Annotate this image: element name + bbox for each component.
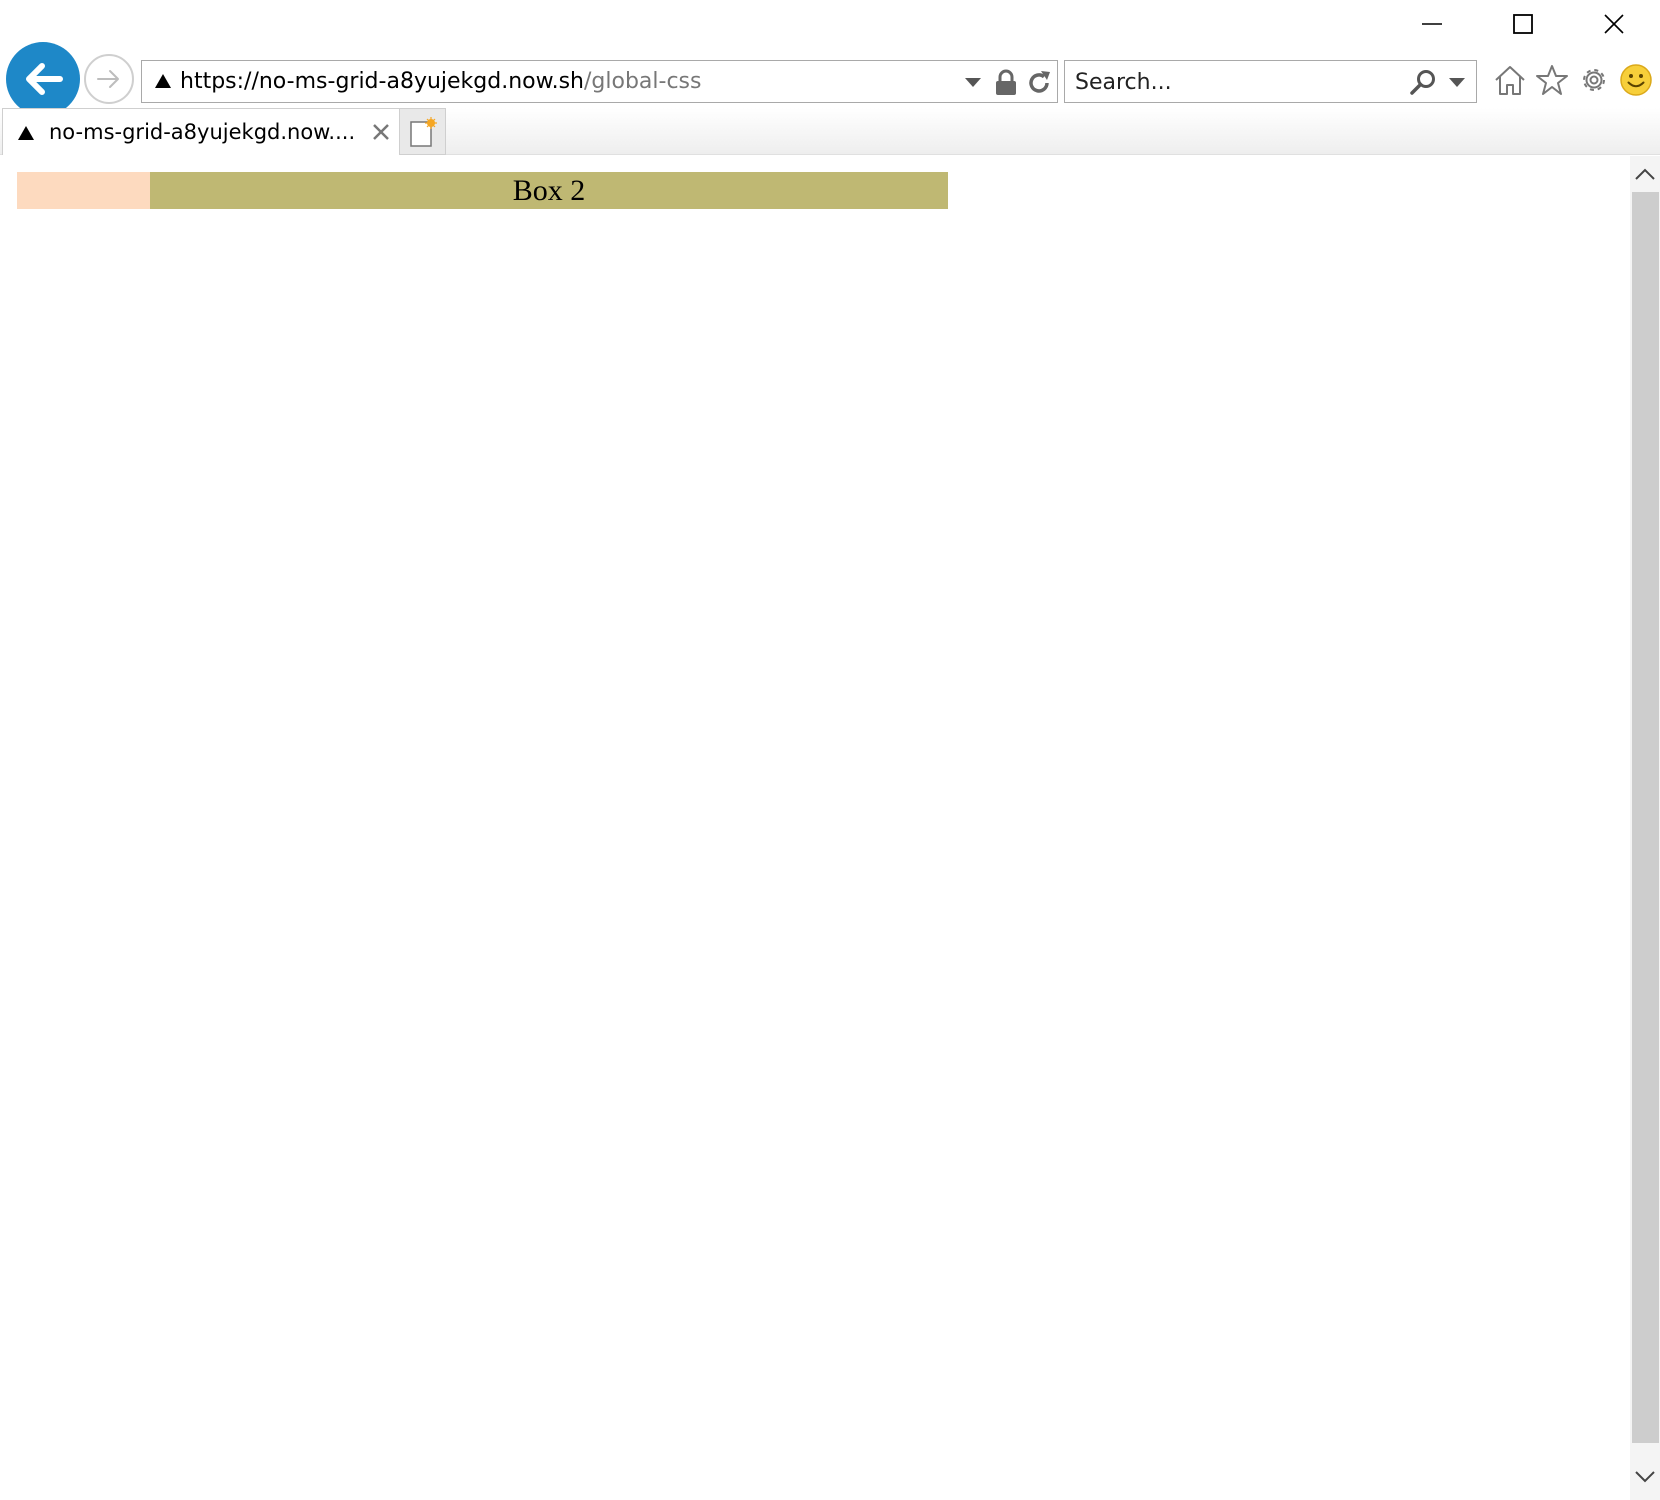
chevron-down-icon[interactable] [1448,75,1466,89]
site-triangle-icon [155,74,171,88]
smiley-icon [1620,64,1652,96]
tab-close-icon[interactable] [371,122,391,142]
settings-button[interactable] [1576,62,1612,98]
search-input[interactable] [1075,65,1395,99]
page-viewport: Box 2 [0,156,1630,1500]
tab-title: no-ms-grid-a8yujekgd.now.... [49,120,356,144]
star-icon [1536,65,1568,95]
maximize-icon [1513,14,1533,34]
lock-icon[interactable] [994,69,1018,97]
refresh-icon[interactable] [1026,69,1052,97]
scroll-down-icon [1635,1471,1655,1483]
address-url-path: /global-css [584,69,702,94]
gear-icon [1583,69,1605,91]
close-window-button[interactable] [1568,0,1660,48]
back-arrow-icon [26,63,63,95]
search-icon[interactable] [1409,68,1437,96]
feedback-button[interactable] [1618,62,1654,98]
scroll-up-button[interactable] [1630,156,1660,192]
tab-strip: no-ms-grid-a8yujekgd.now.... [0,108,1660,155]
new-tab-button[interactable] [400,108,446,155]
forward-arrow-icon [97,70,119,88]
back-button[interactable] [6,42,80,116]
vertical-scrollbar[interactable] [1630,156,1660,1500]
site-triangle-icon [18,126,34,140]
tab-active[interactable]: no-ms-grid-a8yujekgd.now.... [2,108,400,155]
minimize-button[interactable] [1386,0,1478,48]
close-icon [1604,14,1624,34]
box-row: Box 2 [17,172,948,209]
home-button[interactable] [1492,62,1528,98]
address-url[interactable]: https://no-ms-grid-a8yujekgd.now.sh/glob… [180,68,701,96]
address-url-main: https://no-ms-grid-a8yujekgd.now.sh [180,69,584,94]
browser-chrome: https://no-ms-grid-a8yujekgd.now.sh/glob… [0,0,1660,155]
search-box[interactable] [1064,60,1477,103]
new-tab-icon [409,116,437,147]
address-bar[interactable]: https://no-ms-grid-a8yujekgd.now.sh/glob… [141,60,1058,103]
scroll-down-button[interactable] [1630,1459,1660,1495]
minimize-icon [1422,23,1442,25]
scroll-thumb[interactable] [1632,192,1659,1443]
box-2: Box 2 [150,172,948,209]
forward-button[interactable] [84,54,134,104]
home-icon [1495,66,1525,95]
maximize-button[interactable] [1477,0,1569,48]
chevron-down-icon[interactable] [964,75,982,89]
scroll-up-icon [1635,168,1655,180]
box-1 [17,172,150,209]
favorites-button[interactable] [1534,62,1570,98]
